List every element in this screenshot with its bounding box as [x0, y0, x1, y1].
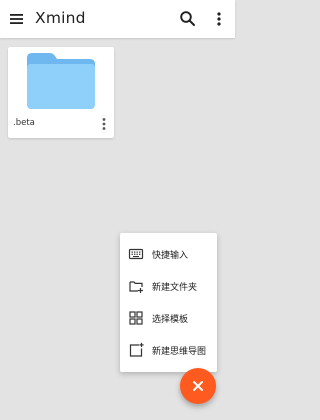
- menu-item-label: 快捷输入: [152, 251, 189, 261]
- close-icon: [193, 381, 203, 391]
- app-title: Xmind: [35, 9, 86, 27]
- fab-menu: 快捷输入 新建文件夹 选择模板 新建思维导图: [120, 233, 217, 372]
- menu-item-label: 新建文件夹: [152, 283, 198, 293]
- menu-item-new-mindmap[interactable]: 新建思维导图: [120, 336, 217, 364]
- search-icon[interactable]: [176, 7, 200, 31]
- folder-icon: [26, 52, 96, 110]
- menu-item-label: 选择模板: [152, 315, 189, 325]
- template-grid-icon: [128, 310, 144, 326]
- close-fab-button[interactable]: [180, 368, 216, 404]
- file-more-icon[interactable]: [97, 116, 111, 132]
- menu-item-choose-template[interactable]: 选择模板: [120, 304, 217, 332]
- more-vert-icon[interactable]: [207, 7, 231, 31]
- keyboard-icon: [128, 246, 144, 262]
- new-mindmap-icon: [128, 342, 144, 358]
- menu-item-label: 新建思维导图: [152, 347, 207, 357]
- menu-item-quick-input[interactable]: 快捷输入: [120, 240, 217, 268]
- menu-item-new-folder[interactable]: 新建文件夹: [120, 272, 217, 300]
- menu-icon[interactable]: [6, 7, 30, 31]
- file-card[interactable]: .beta: [8, 47, 114, 138]
- new-folder-icon: [128, 278, 144, 294]
- file-name: .beta: [13, 118, 35, 128]
- app-bar: Xmind: [0, 0, 235, 38]
